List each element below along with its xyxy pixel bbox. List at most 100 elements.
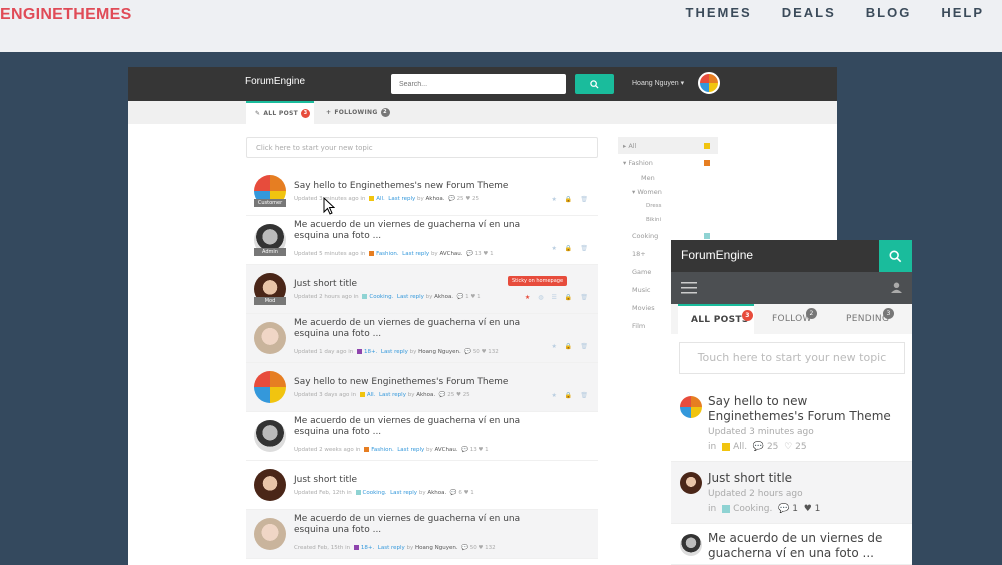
author-name[interactable]: Akhoa.: [434, 294, 453, 300]
user-icon[interactable]: [891, 282, 902, 293]
star-icon[interactable]: ★: [552, 392, 557, 399]
category-item-dress[interactable]: Dress: [618, 199, 718, 213]
mobile-logo[interactable]: ForumEngine: [681, 248, 753, 262]
list-item[interactable]: Me acuerdo de un viernes de guacherna ví…: [246, 510, 598, 559]
category-item-fashion[interactable]: ▾ Fashion: [618, 154, 718, 171]
lock-icon[interactable]: 🔒: [565, 343, 572, 350]
star-icon[interactable]: ★: [525, 294, 530, 301]
author-name[interactable]: Akhoa.: [416, 392, 435, 398]
trash-icon[interactable]: 🗑: [580, 392, 588, 399]
tab-all-post[interactable]: ✎ ALL POST 3: [246, 101, 314, 124]
tab-following[interactable]: + FOLLOWING 2: [326, 101, 396, 124]
tab-all-posts[interactable]: ALL POSTS 3: [678, 304, 754, 334]
category-link[interactable]: Cooking.: [363, 490, 387, 496]
avatar[interactable]: [254, 420, 286, 452]
author-name[interactable]: Akhoa.: [427, 490, 446, 496]
post-title[interactable]: Me acuerdo de un viernes de guacherna ví…: [294, 220, 534, 242]
category-item-all[interactable]: ▸ All: [618, 137, 718, 154]
category-link[interactable]: 18+.: [361, 545, 374, 551]
user-menu[interactable]: Hoang Nguyen ▾: [632, 79, 684, 87]
list-item[interactable]: Admin Me acuerdo de un viernes de guache…: [246, 216, 598, 265]
category-link[interactable]: All.: [367, 392, 376, 398]
avatar[interactable]: [680, 534, 702, 556]
category-link[interactable]: Cooking.: [369, 294, 393, 300]
last-reply-link[interactable]: Last reply: [378, 545, 405, 551]
nav-themes[interactable]: THEMES: [686, 5, 752, 20]
category-link[interactable]: All.: [733, 442, 747, 452]
author-name[interactable]: AVChau.: [435, 447, 458, 453]
category-item-women[interactable]: ▾ Women: [618, 185, 718, 199]
forum-logo[interactable]: ForumEngine: [245, 76, 305, 87]
lock-icon[interactable]: 🔒: [565, 196, 572, 203]
last-reply-link[interactable]: Last reply: [381, 349, 408, 355]
site-logo[interactable]: ENGINETHEMES: [0, 6, 132, 24]
post-title[interactable]: Me acuerdo de un viernes de guacherna ví…: [294, 514, 534, 536]
last-reply-link[interactable]: Last reply: [397, 447, 424, 453]
post-title[interactable]: Say hello to new Enginethemes's Forum Th…: [708, 394, 903, 424]
mobile-search-button[interactable]: [879, 240, 912, 272]
list-item[interactable]: Me acuerdo de un viernes de guacherna ví…: [246, 412, 598, 461]
author-name[interactable]: Hoang Nguyen.: [415, 545, 458, 551]
post-title[interactable]: Say hello to Enginethemes's new Forum Th…: [294, 181, 534, 192]
list-item[interactable]: Say hello to new Enginethemes's Forum Th…: [246, 363, 598, 412]
trash-icon[interactable]: 🗑: [580, 245, 588, 252]
last-reply-link[interactable]: Last reply: [379, 392, 406, 398]
post-title[interactable]: Me acuerdo de un viernes de guacherna ví…: [294, 416, 534, 438]
avatar[interactable]: [254, 469, 286, 501]
category-link[interactable]: 18+.: [364, 349, 377, 355]
post-title[interactable]: Just short title: [294, 279, 534, 290]
list-item[interactable]: Just short title Updated 2 hours ago in …: [671, 462, 912, 524]
list-item[interactable]: Say hello to new Enginethemes's Forum Th…: [671, 386, 912, 462]
avatar[interactable]: [680, 472, 702, 494]
post-title[interactable]: Me acuerdo de un viernes de guacherna ví…: [294, 318, 534, 340]
new-topic-input[interactable]: Click here to start your new topic: [246, 137, 598, 158]
author-name[interactable]: Akhoa.: [426, 196, 445, 202]
category-link[interactable]: Fashion.: [371, 447, 394, 453]
user-avatar[interactable]: [698, 72, 720, 94]
list-item[interactable]: Me acuerdo de un viernes de guacherna ví…: [246, 314, 598, 363]
tab-follow[interactable]: FOLLOW 2: [772, 304, 832, 334]
category-link[interactable]: Cooking.: [733, 504, 772, 514]
last-reply-link[interactable]: Last reply: [390, 490, 417, 496]
author-name[interactable]: AVChau.: [439, 251, 462, 257]
search-button[interactable]: [575, 74, 614, 94]
lock-icon[interactable]: 🔒: [565, 294, 572, 301]
category-link[interactable]: All.: [376, 196, 385, 202]
search-input[interactable]: [391, 74, 566, 94]
nav-blog[interactable]: BLOG: [866, 5, 912, 20]
star-icon[interactable]: ★: [552, 245, 557, 252]
star-icon[interactable]: ★: [552, 343, 557, 350]
post-title[interactable]: Just short title: [708, 471, 903, 486]
category-item-men[interactable]: Men: [618, 171, 718, 185]
nav-help[interactable]: HELP: [941, 5, 984, 20]
list-icon[interactable]: ☰: [552, 294, 557, 301]
avatar[interactable]: [680, 396, 702, 418]
trash-icon[interactable]: 🗑: [580, 294, 588, 301]
avatar[interactable]: [254, 518, 286, 550]
avatar[interactable]: [254, 322, 286, 354]
post-title[interactable]: Just short title: [294, 475, 534, 486]
star-icon[interactable]: ★: [552, 196, 557, 203]
trash-icon[interactable]: 🗑: [580, 343, 588, 350]
list-item[interactable]: Just short title Updated Feb, 12th in Co…: [246, 461, 598, 510]
tab-pending[interactable]: PENDING 3: [846, 304, 906, 334]
category-link[interactable]: Fashion.: [376, 251, 399, 257]
new-topic-input[interactable]: Touch here to start your new topic: [679, 342, 905, 374]
nav-deals[interactable]: DEALS: [782, 5, 836, 20]
last-reply-link[interactable]: Last reply: [397, 294, 424, 300]
hamburger-menu-icon[interactable]: [681, 282, 697, 294]
post-title[interactable]: Me acuerdo de un viernes de guacherna ví…: [708, 531, 903, 561]
pin-icon[interactable]: ◍: [538, 294, 543, 301]
list-item[interactable]: Me acuerdo de un viernes de guacherna ví…: [671, 524, 912, 565]
trash-icon[interactable]: 🗑: [580, 196, 588, 203]
list-item[interactable]: Mod Just short title Updated 2 hours ago…: [246, 265, 598, 314]
list-item[interactable]: Customer Say hello to Enginethemes's new…: [246, 167, 598, 216]
category-item-bikini[interactable]: Bikini: [618, 213, 718, 227]
avatar[interactable]: [254, 371, 286, 403]
post-title[interactable]: Say hello to new Enginethemes's Forum Th…: [294, 377, 534, 388]
last-reply-link[interactable]: Last reply: [402, 251, 429, 257]
lock-icon[interactable]: 🔒: [565, 245, 572, 252]
lock-icon[interactable]: 🔒: [565, 392, 572, 399]
author-name[interactable]: Hoang Nguyen.: [418, 349, 461, 355]
last-reply-link[interactable]: Last reply: [388, 196, 415, 202]
